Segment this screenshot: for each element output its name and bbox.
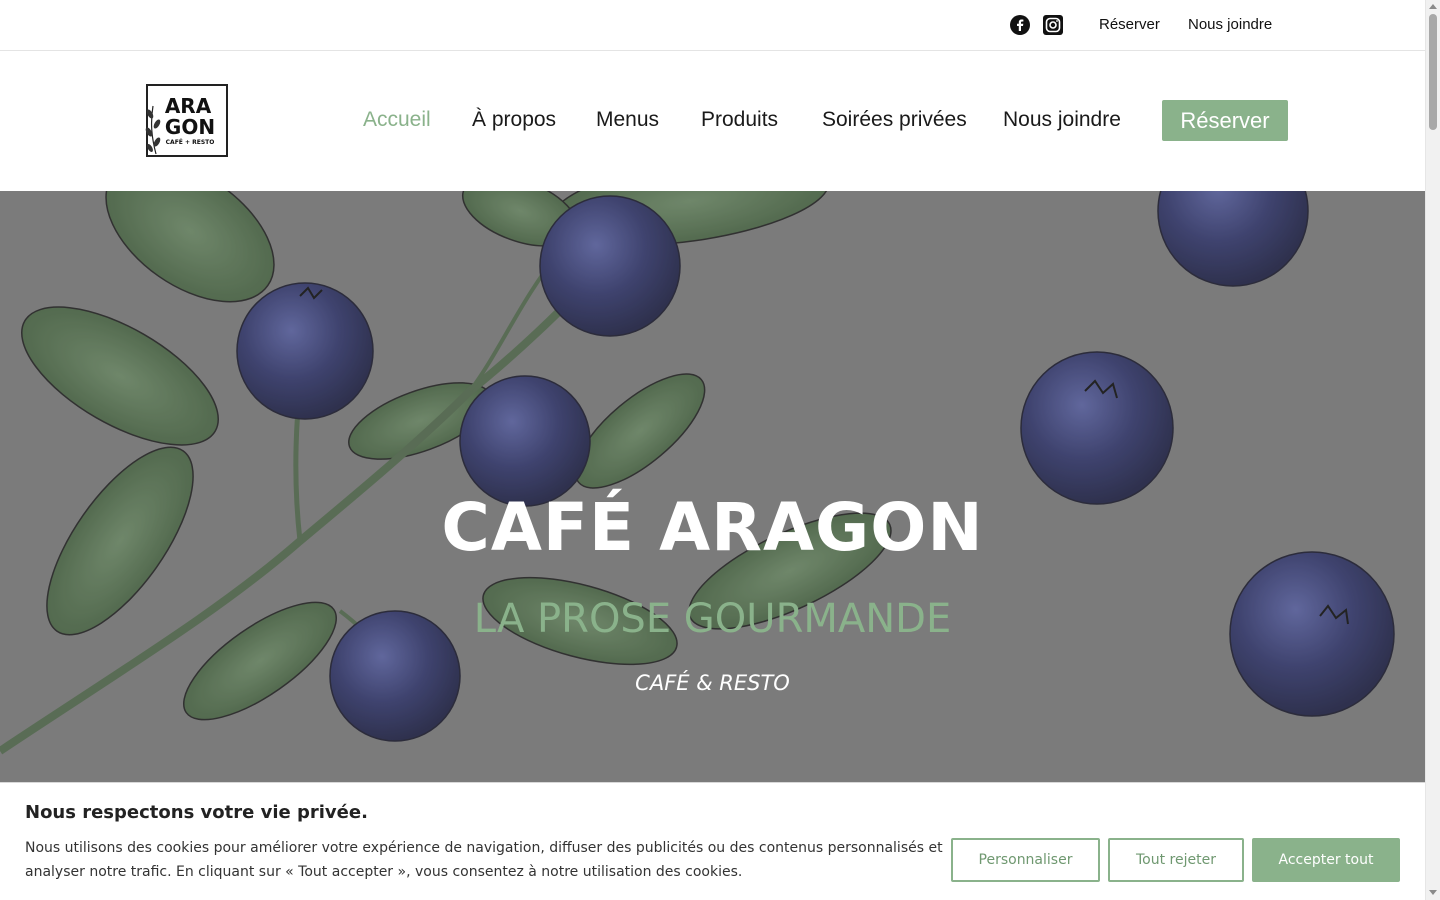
top-link-reserver[interactable]: Réserver — [1099, 16, 1160, 33]
scrollbar[interactable] — [1425, 0, 1440, 900]
cookie-text: Nous utilisons des cookies pour améliore… — [25, 840, 943, 880]
logo-line-3: CAFÉ + RESTO — [166, 138, 215, 146]
hero-title: CAFÉ ARAGON — [441, 489, 984, 566]
instagram-icon[interactable] — [1043, 15, 1063, 35]
scroll-down-arrow-icon[interactable] — [1429, 890, 1437, 895]
main-header: ARA GON CAFÉ + RESTO Accueil À propos Me… — [0, 51, 1425, 191]
cookie-title: Nous respectons votre vie privée. — [25, 802, 368, 823]
scrollbar-thumb[interactable] — [1429, 14, 1437, 130]
logo[interactable]: ARA GON CAFÉ + RESTO — [144, 84, 228, 158]
top-link-nous-joindre[interactable]: Nous joindre — [1188, 16, 1272, 33]
customize-button[interactable]: Personnaliser — [951, 838, 1100, 882]
logo-line-2: GON — [165, 115, 215, 139]
nav-nous-joindre[interactable]: Nous joindre — [1003, 108, 1121, 132]
scroll-up-arrow-icon[interactable] — [1429, 4, 1437, 9]
nav-a-propos[interactable]: À propos — [472, 108, 556, 132]
nav-menus[interactable]: Menus — [596, 108, 659, 132]
nav-produits[interactable]: Produits — [701, 108, 778, 132]
reject-all-button[interactable]: Tout rejeter — [1108, 838, 1244, 882]
top-bar: Réserver Nous joindre — [0, 0, 1425, 51]
facebook-icon[interactable] — [1010, 15, 1030, 35]
accept-all-button[interactable]: Accepter tout — [1252, 838, 1400, 882]
nav-accueil[interactable]: Accueil — [363, 108, 431, 132]
social-links — [1010, 15, 1063, 35]
hero-banner: CAFÉ ARAGON LA PROSE GOURMANDE CAFÉ & RE… — [0, 191, 1425, 782]
hero-subtitle: LA PROSE GOURMANDE — [473, 596, 952, 642]
nav-soirees-privees[interactable]: Soirées privées — [822, 108, 967, 132]
hero-tagline: CAFÉ & RESTO — [635, 671, 790, 695]
reserve-button[interactable]: Réserver — [1162, 100, 1288, 141]
cookie-banner: Nous respectons votre vie privée. Nous u… — [0, 782, 1425, 900]
